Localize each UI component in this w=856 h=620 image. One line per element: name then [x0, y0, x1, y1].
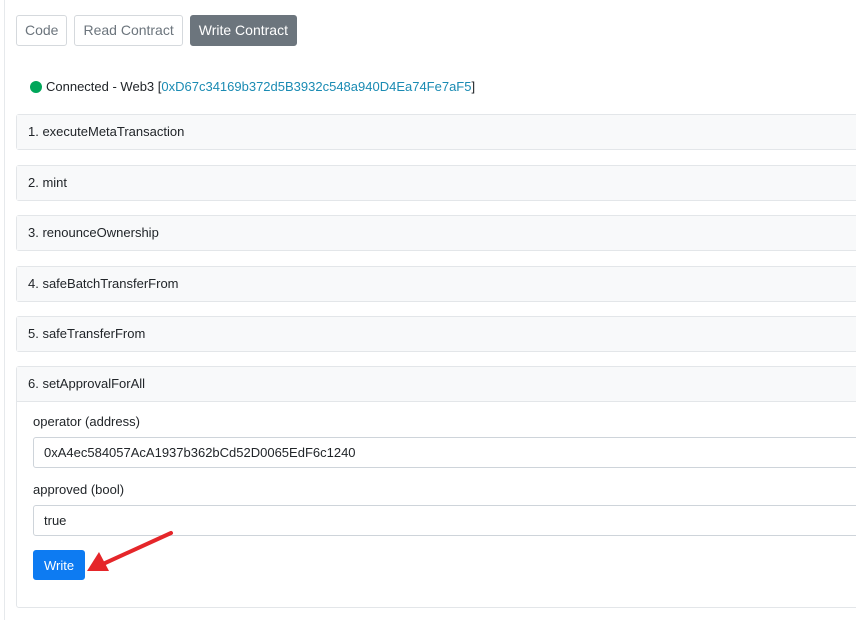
connection-suffix: ]: [471, 79, 476, 94]
left-border: [4, 0, 5, 620]
function-panel-safetransferfrom: 5. safeTransferFrom: [16, 316, 856, 352]
function-panel-renounceownership: 3. renounceOwnership: [16, 215, 856, 251]
function-panel-executemetatransaction: 1. executeMetaTransaction: [16, 114, 856, 150]
annotation-arrow-icon: [87, 531, 173, 571]
function-panel-safebatchtransferfrom: 4. safeBatchTransferFrom: [16, 266, 856, 302]
function-header[interactable]: 5. safeTransferFrom: [17, 317, 856, 351]
tab-code[interactable]: Code: [16, 15, 68, 46]
connected-address-link[interactable]: 0xD67c34169b372d5B3932c548a940D4Ea74Fe7a…: [161, 79, 471, 94]
operator-label: operator (address): [33, 414, 140, 429]
connection-prefix: Connected - Web3 [: [46, 79, 162, 94]
write-button[interactable]: Write: [33, 550, 86, 580]
contract-tabs: Code Read Contract Write Contract: [16, 15, 297, 46]
connection-status: Connected - Web3 [ 0xD67c34169b372d5B393…: [30, 79, 475, 94]
connected-dot-icon: [30, 80, 42, 93]
function-header[interactable]: 3. renounceOwnership: [17, 216, 856, 250]
function-header[interactable]: 6. setApprovalForAll: [17, 367, 856, 402]
tab-read-contract[interactable]: Read Contract: [74, 15, 183, 46]
tab-write-contract[interactable]: Write Contract: [189, 15, 297, 46]
operator-address-input[interactable]: [33, 437, 856, 468]
function-header[interactable]: 2. mint: [17, 166, 856, 200]
approved-label: approved (bool): [33, 482, 125, 497]
function-header[interactable]: 4. safeBatchTransferFrom: [17, 267, 856, 301]
write-contract-page: Code Read Contract Write Contract Connec…: [0, 0, 856, 620]
function-panel-mint: 2. mint: [16, 165, 856, 201]
function-header[interactable]: 1. executeMetaTransaction: [17, 115, 856, 149]
